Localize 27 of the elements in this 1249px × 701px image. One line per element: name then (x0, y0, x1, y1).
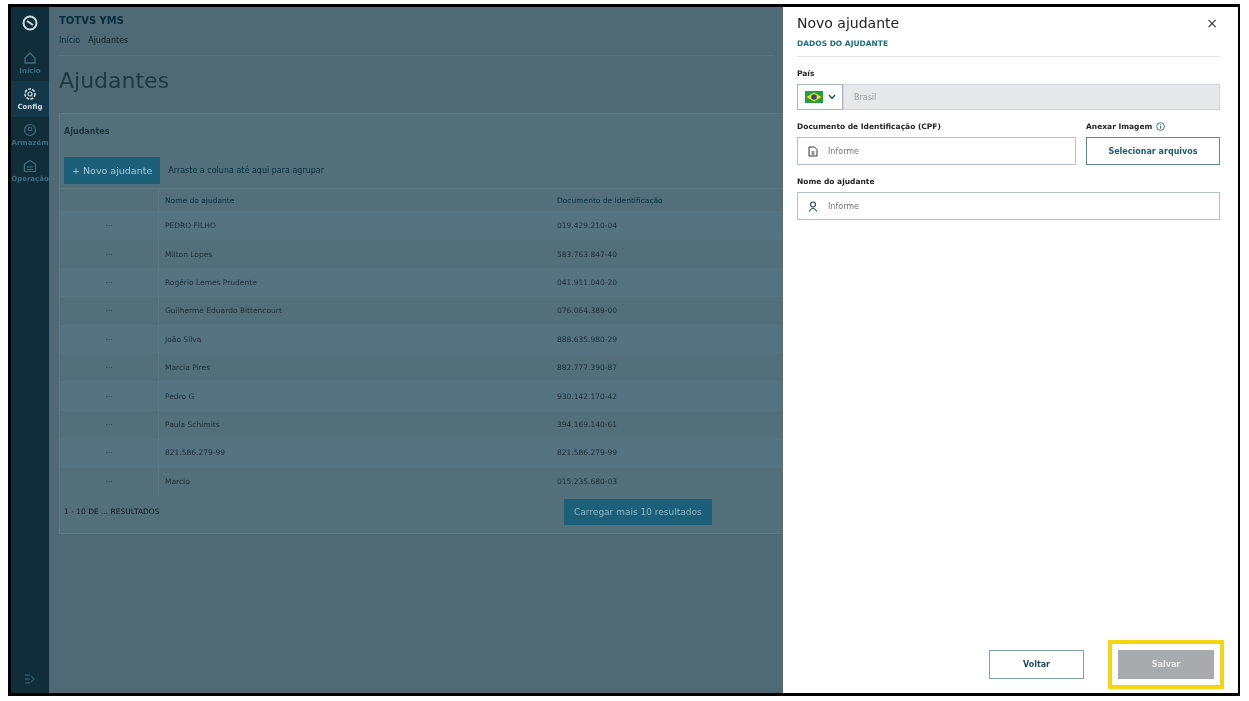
close-button[interactable]: × (1204, 15, 1220, 31)
logout-icon[interactable] (24, 673, 36, 685)
panel-title: Novo ajudante (797, 15, 900, 31)
breadcrumb-item: Ajudantes (88, 36, 129, 45)
group-hint: Arraste a coluna até aqui para agrupar (168, 166, 325, 175)
document-input-field[interactable]: Informe (826, 145, 1075, 157)
flag-icon (804, 91, 823, 103)
chevron-down-icon (827, 94, 836, 100)
name-field[interactable]: Informe (797, 192, 1220, 220)
document-field[interactable]: Informe (797, 137, 1076, 165)
logo-icon (22, 15, 38, 31)
location-pin-icon (23, 123, 37, 137)
app-title: TOTVS YMS (59, 14, 125, 28)
new-helper-button[interactable]: + Novo ajudante (64, 157, 161, 184)
load-more-button[interactable]: Carregar mais 10 resultados (564, 498, 712, 525)
person-icon (808, 200, 818, 212)
document-icon (808, 145, 818, 157)
home-icon (23, 51, 37, 65)
breadcrumb-item[interactable]: Início (59, 36, 81, 45)
gear-icon (23, 87, 37, 101)
card-title: Ajudantes (63, 126, 111, 138)
name-input-field[interactable]: Informe (826, 200, 1219, 212)
select-files-button[interactable]: Selecionar arquivos (1086, 137, 1220, 165)
country-selector[interactable] (797, 84, 843, 110)
info-icon[interactable] (1156, 122, 1166, 131)
back-button[interactable]: Voltar (989, 650, 1084, 679)
warehouse-icon (23, 159, 37, 173)
